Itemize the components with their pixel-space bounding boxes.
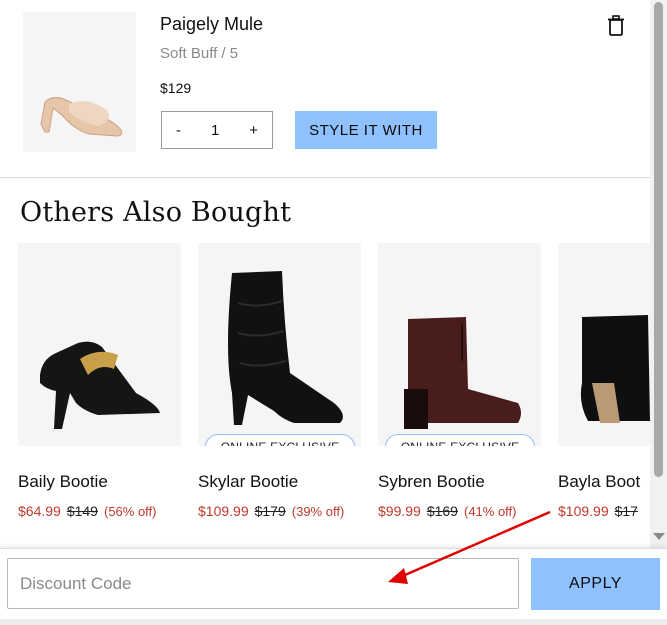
original-price: $17 [614, 503, 638, 519]
scrollbar[interactable] [650, 0, 667, 548]
sale-price: $109.99 [558, 503, 609, 519]
qty-value: 1 [210, 121, 220, 139]
product-thumbnail[interactable] [23, 12, 136, 152]
qty-decrement-button[interactable]: - [176, 122, 181, 139]
black-slouch-bootie-image [228, 271, 343, 425]
product-name[interactable]: Bayla Boot [558, 472, 640, 492]
product-name[interactable]: Skylar Bootie [198, 472, 298, 492]
cart-item: Paigely Mule Soft Buff / 5 $129 - 1 + ST… [0, 0, 650, 178]
scrollbar-thumb[interactable] [654, 2, 663, 477]
product-name[interactable]: Baily Bootie [18, 472, 108, 492]
product-prices: $109.99 $17 [558, 503, 644, 519]
product-image[interactable]: ONLINE EXCLUSIVE [198, 243, 361, 446]
discount-percent: (39% off) [291, 504, 345, 519]
style-it-with-button[interactable]: STYLE IT WITH [295, 111, 437, 149]
product-image[interactable] [18, 243, 181, 446]
burgundy-bootie-image [404, 317, 521, 429]
product-carousel: Baily Bootie $64.99 $149 (56% off) ONLINE … [0, 243, 650, 543]
online-exclusive-badge: ONLINE EXCLUSIVE [385, 434, 535, 446]
product-card[interactable]: Bayla Boot $109.99 $17 [558, 243, 650, 519]
product-card[interactable]: Baily Bootie $64.99 $149 (56% off) [18, 243, 181, 519]
product-name[interactable]: Sybren Bootie [378, 472, 485, 492]
discount-percent: (41% off) [463, 504, 517, 519]
original-price: $179 [254, 503, 286, 519]
product-card[interactable]: ONLINE EXCLUSIVE Skylar Bootie $109.99$1… [198, 243, 361, 519]
sale-price: $64.99 [18, 503, 61, 519]
mule-shoe-image [40, 97, 122, 137]
sale-price: $99.99 [378, 503, 421, 519]
online-exclusive-badge: ONLINE EXCLUSIVE [205, 434, 355, 446]
black-mule-bootie-image [40, 341, 160, 429]
apply-button[interactable]: APPLY [531, 558, 660, 610]
discount-percent: (56% off) [103, 504, 157, 519]
qty-increment-button[interactable]: + [249, 122, 258, 139]
cart-item-title[interactable]: Paigely Mule [160, 14, 263, 35]
product-prices: $109.99 $179 (39% off) [198, 503, 344, 519]
cart-item-price: $129 [160, 80, 192, 96]
section-title: Others Also Bought [20, 197, 292, 228]
product-image[interactable] [558, 243, 650, 446]
product-prices: $99.99 $169 (41% off) [378, 503, 517, 519]
black-boot-image [580, 315, 650, 423]
original-price: $169 [426, 503, 458, 519]
quantity-stepper: - 1 + [161, 111, 273, 149]
product-prices: $64.99 $149 (56% off) [18, 503, 157, 519]
sale-price: $109.99 [198, 503, 249, 519]
trash-icon[interactable] [607, 15, 625, 37]
original-price: $149 [66, 503, 98, 519]
cart-item-variant: Soft Buff / 5 [160, 45, 239, 62]
bottom-strip [0, 619, 667, 625]
discount-code-input[interactable] [7, 558, 519, 609]
product-card[interactable]: ONLINE EXCLUSIVE Sybren Bootie $99.99 $16… [378, 243, 541, 519]
discount-bar: APPLY [0, 548, 667, 625]
scroll-down-arrow-icon[interactable] [653, 533, 665, 540]
product-image[interactable]: ONLINE EXCLUSIVE [378, 243, 541, 446]
